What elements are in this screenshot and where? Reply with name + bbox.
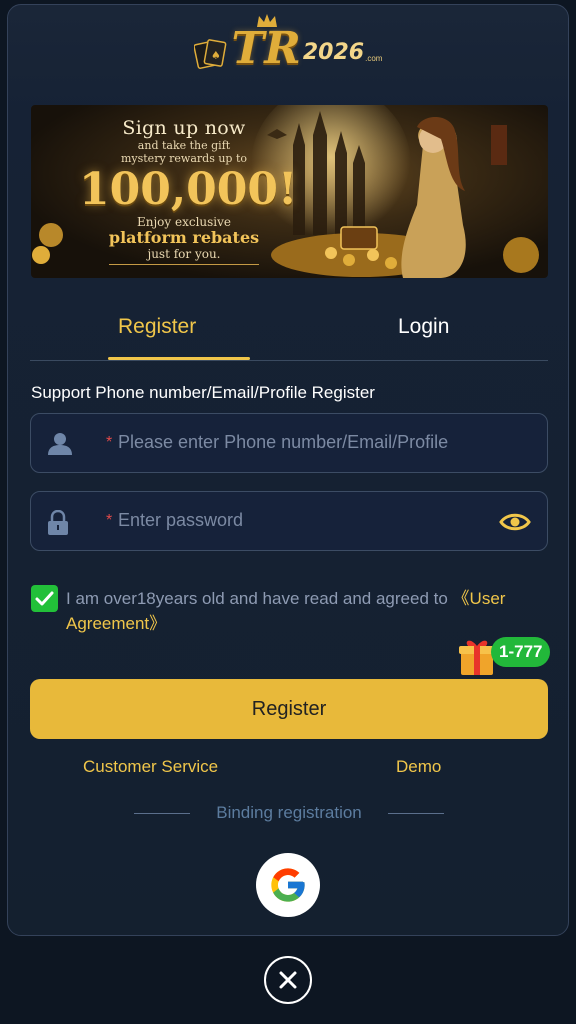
customer-service-link[interactable]: Customer Service [83, 757, 218, 777]
banner-line4: platform rebates [108, 228, 260, 247]
lock-icon [47, 509, 69, 541]
banner-copy: Sign up now and take the gift mystery re… [79, 117, 298, 265]
google-icon [271, 868, 305, 902]
banner-line1: and take the gift [137, 139, 231, 152]
active-tab-indicator [108, 357, 250, 360]
logo-text: TR [231, 23, 301, 74]
banner-amount: 100,000! [79, 164, 298, 215]
banner-title: Sign up now [122, 117, 246, 139]
divider-line [388, 813, 444, 814]
agree-label: I am over18years old and have read and a… [66, 589, 453, 608]
password-field[interactable]: * Enter password [30, 491, 548, 551]
promo-banner[interactable]: Sign up now and take the gift mystery re… [31, 105, 548, 278]
svg-text:♠: ♠ [211, 49, 221, 62]
support-text: Support Phone number/Email/Profile Regis… [31, 383, 375, 402]
required-mark: * [106, 512, 113, 529]
close-icon [279, 971, 297, 989]
tab-login[interactable]: Login [398, 315, 449, 339]
tab-register[interactable]: Register [118, 315, 196, 339]
banner-line3: Enjoy exclusive [136, 215, 232, 229]
register-modal: ♠ TR 2026 .com Sign up now and take the … [7, 4, 569, 936]
brand-logo: ♠ TR 2026 .com [8, 13, 568, 85]
account-placeholder: Please enter Phone number/Email/Profile [118, 432, 449, 452]
auth-tabs: Register Login [30, 305, 548, 361]
register-button[interactable]: Register [30, 679, 548, 739]
google-login-button[interactable] [256, 853, 320, 917]
gift-icon[interactable] [458, 637, 496, 682]
account-field[interactable]: * Please enter Phone number/Email/Profil… [30, 413, 548, 473]
agree-checkbox[interactable] [31, 585, 58, 612]
password-placeholder: Enter password [118, 510, 244, 530]
demo-link[interactable]: Demo [396, 757, 441, 777]
promo-badge[interactable]: 1-777 [491, 637, 551, 667]
required-mark: * [106, 434, 113, 451]
user-icon [47, 432, 73, 461]
check-icon [35, 591, 54, 606]
banner-divider [109, 264, 259, 265]
logo-domain: .com [365, 54, 383, 63]
banner-line5: just for you. [147, 247, 221, 261]
cards-icon: ♠ [193, 39, 226, 69]
close-button[interactable] [264, 956, 312, 1004]
eye-icon[interactable] [499, 511, 531, 538]
binding-divider: Binding registration [134, 801, 444, 825]
agree-text: I am over18years old and have read and a… [66, 586, 536, 636]
crown-icon [256, 13, 278, 29]
logo-year: 2026 [302, 40, 365, 65]
